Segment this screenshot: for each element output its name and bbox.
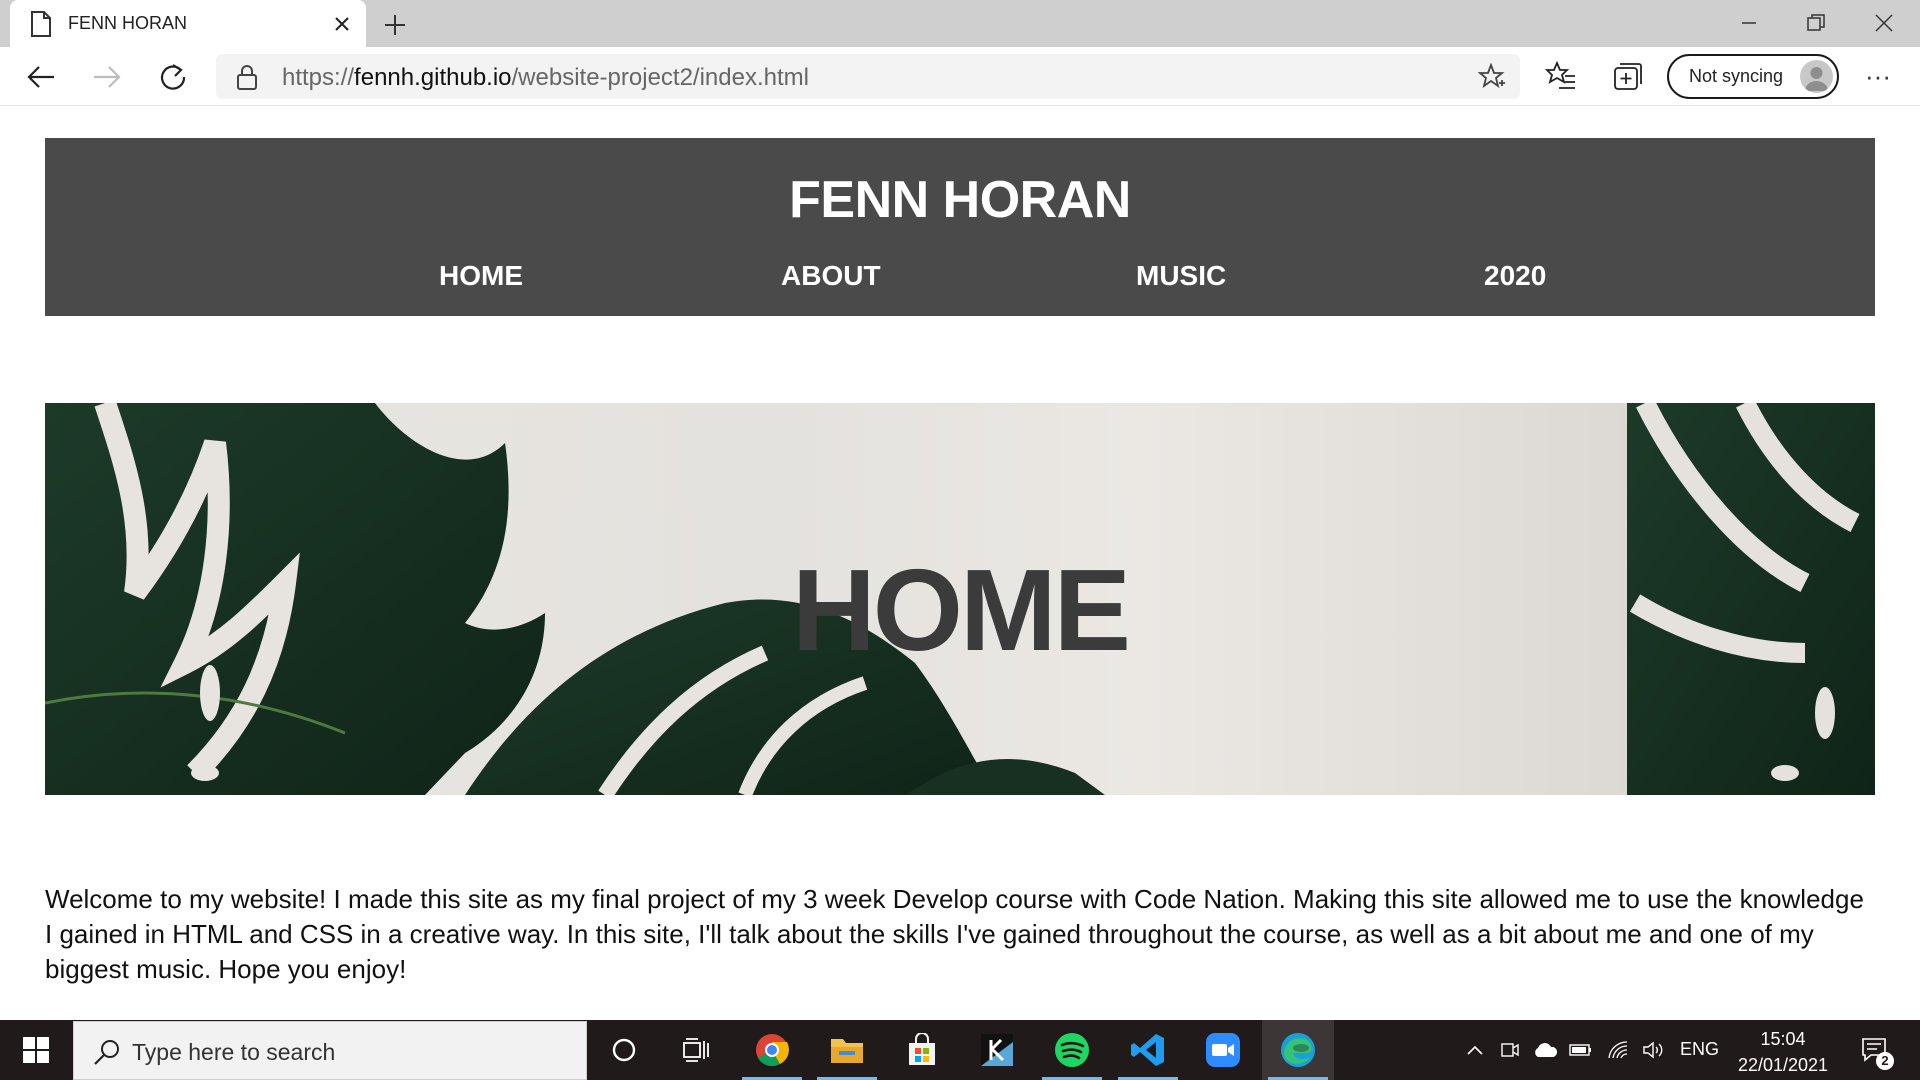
profile-status-label: Not syncing	[1689, 66, 1784, 86]
profile-button[interactable]: Not syncing	[1667, 54, 1839, 99]
back-arrow-icon	[27, 66, 54, 88]
intro-paragraph: Welcome to my website! I made this site …	[45, 884, 1864, 984]
chrome-icon	[756, 1034, 789, 1067]
refresh-button[interactable]	[154, 58, 192, 96]
refresh-icon	[160, 64, 186, 90]
cortana-icon	[612, 1038, 636, 1062]
avatar	[1800, 60, 1833, 93]
hero-title: HOME	[792, 545, 1131, 675]
chevron-up-icon	[1467, 1045, 1483, 1055]
nav-link-music[interactable]: MUSIC	[1136, 260, 1226, 292]
task-view-button[interactable]	[660, 1020, 732, 1080]
nav-link-2020[interactable]: 2020	[1484, 260, 1546, 292]
clock-date: 22/01/2021	[1737, 1055, 1829, 1075]
hero-banner: HOME	[45, 403, 1875, 795]
collections-icon[interactable]	[1612, 60, 1644, 92]
url-text[interactable]: https://fennh.github.io/website-project2…	[282, 64, 809, 92]
taskbar-search-box[interactable]: Type here to search	[73, 1021, 587, 1080]
windows-taskbar: Type here to search ENG 15:04 22/01/2021…	[0, 1020, 1920, 1080]
zoom-icon	[1206, 1033, 1240, 1067]
wifi-icon	[1608, 1041, 1628, 1059]
settings-more-button[interactable]: ···	[1862, 60, 1894, 92]
task-view-icon	[683, 1038, 709, 1062]
browser-tab[interactable]: FENN HORAN	[10, 0, 366, 47]
volume-button[interactable]	[1638, 1020, 1668, 1080]
favorite-star-icon[interactable]	[1478, 63, 1506, 91]
meet-now-icon	[1501, 1043, 1519, 1057]
show-hidden-icons-button[interactable]	[1460, 1020, 1490, 1080]
vscode-icon	[1131, 1034, 1164, 1066]
taskbar-file-explorer[interactable]	[811, 1020, 883, 1080]
browser-toolbar: https://fennh.github.io/website-project2…	[0, 47, 1920, 106]
forward-arrow-icon	[94, 66, 121, 88]
taskbar-clock[interactable]: 15:04 22/01/2021	[1728, 1026, 1838, 1078]
tab-title: FENN HORAN	[68, 13, 188, 33]
taskbar-chrome[interactable]	[736, 1020, 808, 1080]
minimize-button[interactable]	[1732, 6, 1766, 40]
file-explorer-icon	[831, 1039, 863, 1063]
nav-link-home[interactable]: HOME	[439, 260, 523, 292]
volume-icon	[1643, 1041, 1663, 1059]
taskbar-spotify[interactable]	[1036, 1020, 1108, 1080]
onedrive-button[interactable]	[1530, 1020, 1560, 1080]
site-title: FENN HORAN	[789, 171, 1131, 229]
battery-icon	[1569, 1044, 1591, 1056]
new-tab-button[interactable]	[380, 10, 410, 40]
onedrive-cloud-icon	[1535, 1043, 1558, 1057]
site-header: FENN HORAN HOME ABOUT MUSIC 2020	[45, 138, 1875, 316]
cortana-button[interactable]	[588, 1020, 660, 1080]
clock-time: 15:04	[1760, 1029, 1806, 1049]
taskbar-kindle[interactable]	[961, 1020, 1033, 1080]
edge-icon	[1281, 1033, 1315, 1067]
taskbar-zoom[interactable]	[1187, 1020, 1259, 1080]
taskbar-vscode[interactable]	[1112, 1020, 1184, 1080]
tab-strip: FENN HORAN	[0, 0, 1920, 47]
input-language-indicator[interactable]: ENG	[1680, 1039, 1719, 1060]
taskbar-microsoft-store[interactable]	[886, 1020, 958, 1080]
battery-button[interactable]	[1566, 1020, 1596, 1080]
spotify-icon	[1055, 1033, 1089, 1067]
kindle-icon	[981, 1034, 1013, 1066]
address-bar[interactable]: https://fennh.github.io/website-project2…	[216, 54, 1520, 99]
notification-count-badge: 2	[1876, 1052, 1894, 1070]
windows-logo-icon	[23, 1037, 49, 1063]
search-icon	[94, 1040, 119, 1065]
close-window-button[interactable]	[1867, 6, 1901, 40]
meet-now-button[interactable]	[1496, 1020, 1524, 1080]
taskbar-edge[interactable]	[1262, 1020, 1334, 1080]
page-icon	[31, 10, 51, 37]
forward-button[interactable]	[88, 58, 126, 96]
start-button[interactable]	[0, 1020, 72, 1080]
microsoft-store-icon	[909, 1033, 935, 1065]
favorites-icon[interactable]	[1545, 60, 1577, 92]
lock-icon[interactable]	[236, 64, 258, 90]
restore-button[interactable]	[1799, 6, 1833, 40]
back-button[interactable]	[22, 58, 60, 96]
close-tab-icon[interactable]	[330, 12, 354, 36]
nav-link-about[interactable]: ABOUT	[781, 260, 881, 292]
wifi-button[interactable]	[1604, 1020, 1634, 1080]
search-placeholder: Type here to search	[132, 1039, 336, 1065]
action-center-button[interactable]: 2	[1850, 1020, 1900, 1080]
